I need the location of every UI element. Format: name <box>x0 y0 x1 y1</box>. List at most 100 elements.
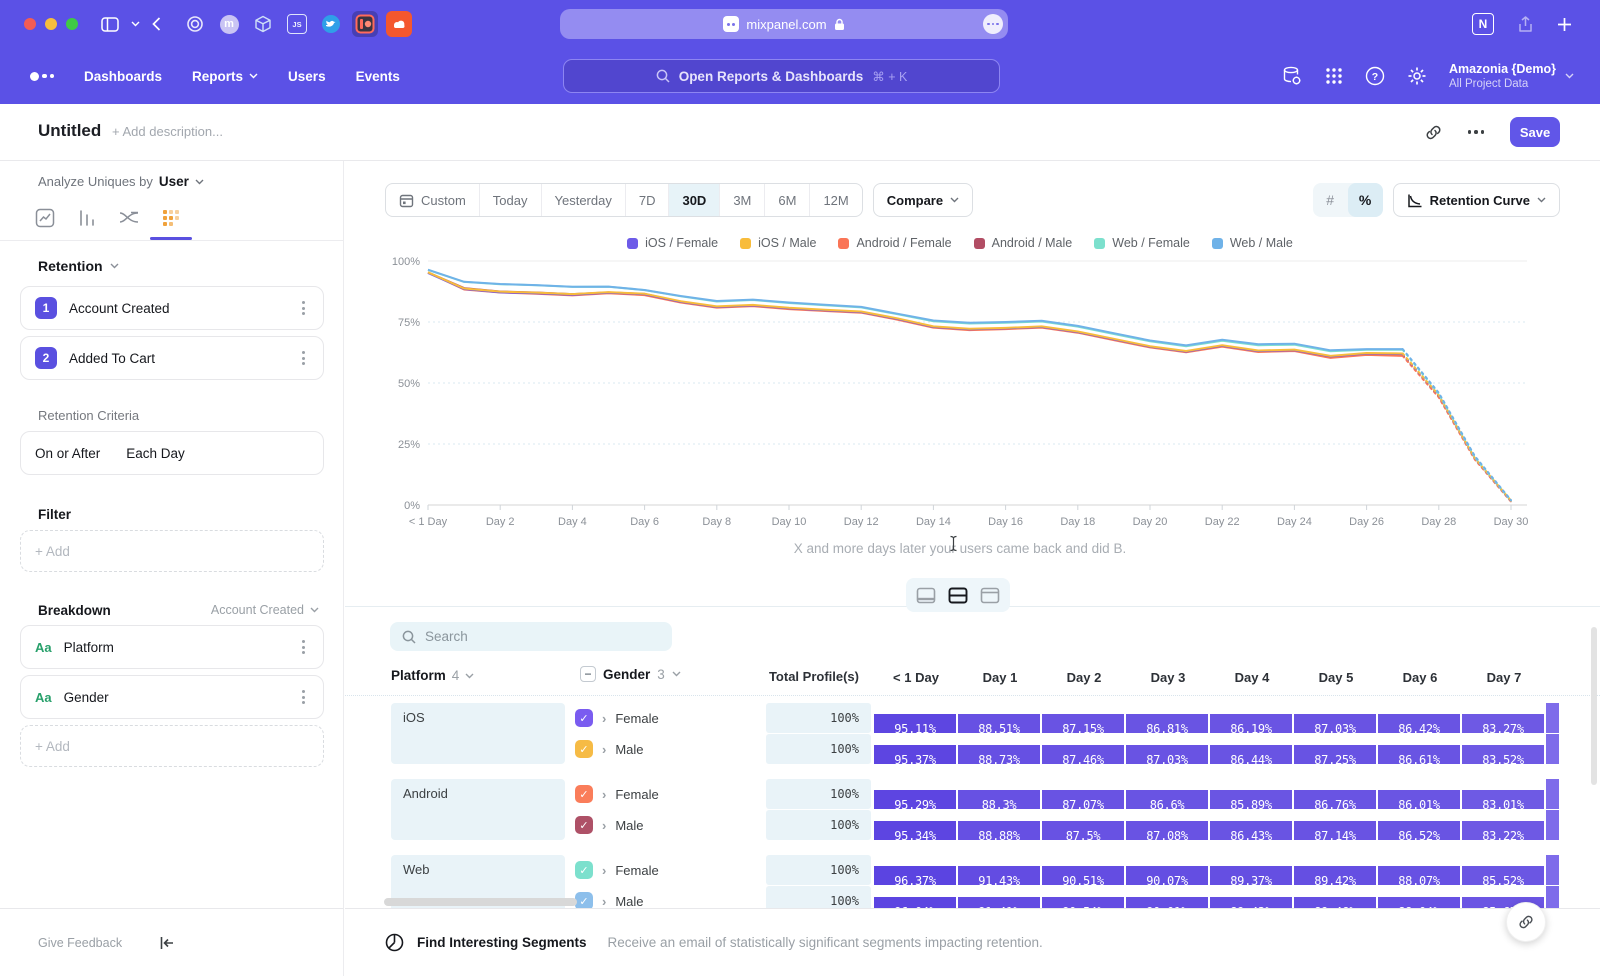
retention-value-cell[interactable]: 91.43% <box>958 866 1040 885</box>
retention-value-cell[interactable]: 85.89% <box>1210 790 1292 809</box>
date-range-today[interactable]: Today <box>480 184 542 216</box>
date-range-yesterday[interactable]: Yesterday <box>542 184 626 216</box>
step-menu-icon[interactable] <box>298 347 309 369</box>
nav-reports[interactable]: Reports <box>192 69 258 84</box>
settings-gear-icon[interactable] <box>1407 66 1427 86</box>
report-description-placeholder[interactable]: + Add description... <box>112 124 223 139</box>
retention-value-cell[interactable]: 90.51% <box>1042 866 1124 885</box>
share-icon[interactable] <box>1518 16 1533 33</box>
retention-value-cell[interactable]: 87.15% <box>1042 714 1124 733</box>
retention-value-cell[interactable]: 87.14% <box>1294 821 1376 840</box>
sidebar-toggle-icon[interactable] <box>101 17 119 32</box>
retention-step-b[interactable]: 2 Added To Cart <box>20 336 324 380</box>
retention-value-cell[interactable]: 87.46% <box>1042 745 1124 764</box>
criteria-interval[interactable]: Each Day <box>126 446 185 461</box>
retention-value-cell[interactable]: 87.5% <box>1042 821 1124 840</box>
js-tab-icon[interactable]: JS <box>284 11 310 37</box>
more-options-icon[interactable] <box>1468 130 1485 134</box>
expand-row-icon[interactable]: › <box>602 787 606 802</box>
new-tab-icon[interactable] <box>1557 17 1572 32</box>
retention-value-cell[interactable]: 87.25% <box>1294 745 1376 764</box>
help-icon[interactable]: ? <box>1365 66 1385 86</box>
retention-value-cell[interactable]: 91.41% <box>958 897 1040 908</box>
retention-value-cell[interactable]: 86.01% <box>1378 790 1460 809</box>
retention-value-cell[interactable]: 87.08% <box>1126 821 1208 840</box>
retention-step-a[interactable]: 1 Account Created <box>20 286 324 330</box>
compare-button[interactable]: Compare <box>873 183 973 217</box>
retention-value-cell[interactable]: 83.01% <box>1462 790 1544 809</box>
series-checkbox[interactable]: ✓ <box>575 861 593 879</box>
data-management-icon[interactable] <box>1281 65 1303 87</box>
retention-value-cell[interactable]: 88.3% <box>958 790 1040 809</box>
tab-funnels[interactable] <box>75 206 99 230</box>
expand-row-icon[interactable]: › <box>602 711 606 726</box>
retention-value-cell[interactable]: 88.51% <box>958 714 1040 733</box>
breakdown-gender[interactable]: Aa Gender <box>20 675 324 719</box>
breakdown-menu-icon[interactable] <box>298 636 309 658</box>
browser-address-bar[interactable]: mixpanel.com <box>560 9 1008 39</box>
retention-value-cell[interactable]: 95.29% <box>874 790 956 809</box>
global-search[interactable]: Open Reports & Dashboards ⌘ + K <box>563 59 1000 93</box>
analyze-value[interactable]: User <box>159 174 189 189</box>
retention-value-cell[interactable]: 88.88% <box>958 821 1040 840</box>
series-checkbox[interactable]: ✓ <box>575 892 593 908</box>
blue-bird-tab-icon[interactable] <box>318 11 344 37</box>
tab-flows[interactable] <box>117 206 141 230</box>
date-range-12m[interactable]: 12M <box>810 184 861 216</box>
retention-value-cell[interactable]: 86.81% <box>1126 714 1208 733</box>
retention-value-cell[interactable]: 86.52% <box>1378 821 1460 840</box>
retention-value-cell[interactable]: 90.01% <box>1126 897 1208 908</box>
floating-share-button[interactable] <box>1506 902 1546 942</box>
filter-add-button[interactable]: + Add <box>20 530 324 572</box>
step-menu-icon[interactable] <box>298 297 309 319</box>
legend-item[interactable]: Android / Female <box>838 236 951 250</box>
percent-mode-button[interactable]: % <box>1348 183 1383 217</box>
legend-item[interactable]: iOS / Male <box>740 236 816 250</box>
collapse-sidebar-icon[interactable] <box>160 937 174 949</box>
retention-value-cell[interactable]: 86.19% <box>1210 714 1292 733</box>
rings-tab-icon[interactable] <box>182 11 208 37</box>
retention-value-cell[interactable]: 83.22% <box>1462 821 1544 840</box>
legend-item[interactable]: iOS / Female <box>627 236 718 250</box>
retention-value-cell[interactable]: 88.07% <box>1378 866 1460 885</box>
date-range-7d[interactable]: 7D <box>626 184 670 216</box>
horizontal-scrollbar[interactable] <box>384 898 577 906</box>
gender-column-header[interactable]: − Gender 3 <box>580 666 681 682</box>
cube-tab-icon[interactable] <box>250 11 276 37</box>
address-bar-more-button[interactable] <box>983 14 1003 34</box>
series-checkbox[interactable]: ✓ <box>575 785 593 803</box>
expand-row-icon[interactable]: › <box>602 863 606 878</box>
expand-row-icon[interactable]: › <box>602 742 606 757</box>
retention-value-cell[interactable]: 89.37% <box>1210 866 1292 885</box>
series-checkbox[interactable]: ✓ <box>575 740 593 758</box>
retention-value-cell[interactable]: 96.04% <box>874 897 956 908</box>
window-minimize-button[interactable] <box>45 18 57 30</box>
retention-value-cell[interactable]: 86.42% <box>1378 714 1460 733</box>
chevron-down-icon[interactable] <box>131 21 140 27</box>
legend-item[interactable]: Web / Female <box>1094 236 1190 250</box>
segments-title[interactable]: Find Interesting Segments <box>417 935 587 950</box>
retention-value-cell[interactable]: 87.03% <box>1294 714 1376 733</box>
retention-value-cell[interactable]: 86.6% <box>1126 790 1208 809</box>
red-app-tab-icon[interactable] <box>352 11 378 37</box>
copy-link-icon[interactable] <box>1425 124 1442 141</box>
soundcloud-tab-icon[interactable] <box>386 11 412 37</box>
legend-item[interactable]: Web / Male <box>1212 236 1293 250</box>
split-view-toggle[interactable] <box>948 587 968 604</box>
date-range-custom[interactable]: Custom <box>386 184 480 216</box>
retention-value-cell[interactable]: 95.11% <box>874 714 956 733</box>
breakdown-menu-icon[interactable] <box>298 686 309 708</box>
table-view-toggle[interactable] <box>980 587 1000 604</box>
mixpanel-logo[interactable] <box>30 72 54 81</box>
retention-value-cell[interactable]: 90.54% <box>1042 897 1124 908</box>
criteria-condition[interactable]: On or After <box>35 446 100 461</box>
retention-value-cell[interactable]: 89.46% <box>1294 897 1376 908</box>
retention-value-cell[interactable]: 95.34% <box>874 821 956 840</box>
date-range-6m[interactable]: 6M <box>765 184 810 216</box>
retention-value-cell[interactable]: 87.03% <box>1126 745 1208 764</box>
apps-grid-icon[interactable] <box>1325 67 1343 85</box>
retention-value-cell[interactable]: 83.27% <box>1462 714 1544 733</box>
nav-events[interactable]: Events <box>356 69 400 84</box>
retention-value-cell[interactable]: 88.73% <box>958 745 1040 764</box>
save-button[interactable]: Save <box>1510 117 1560 147</box>
